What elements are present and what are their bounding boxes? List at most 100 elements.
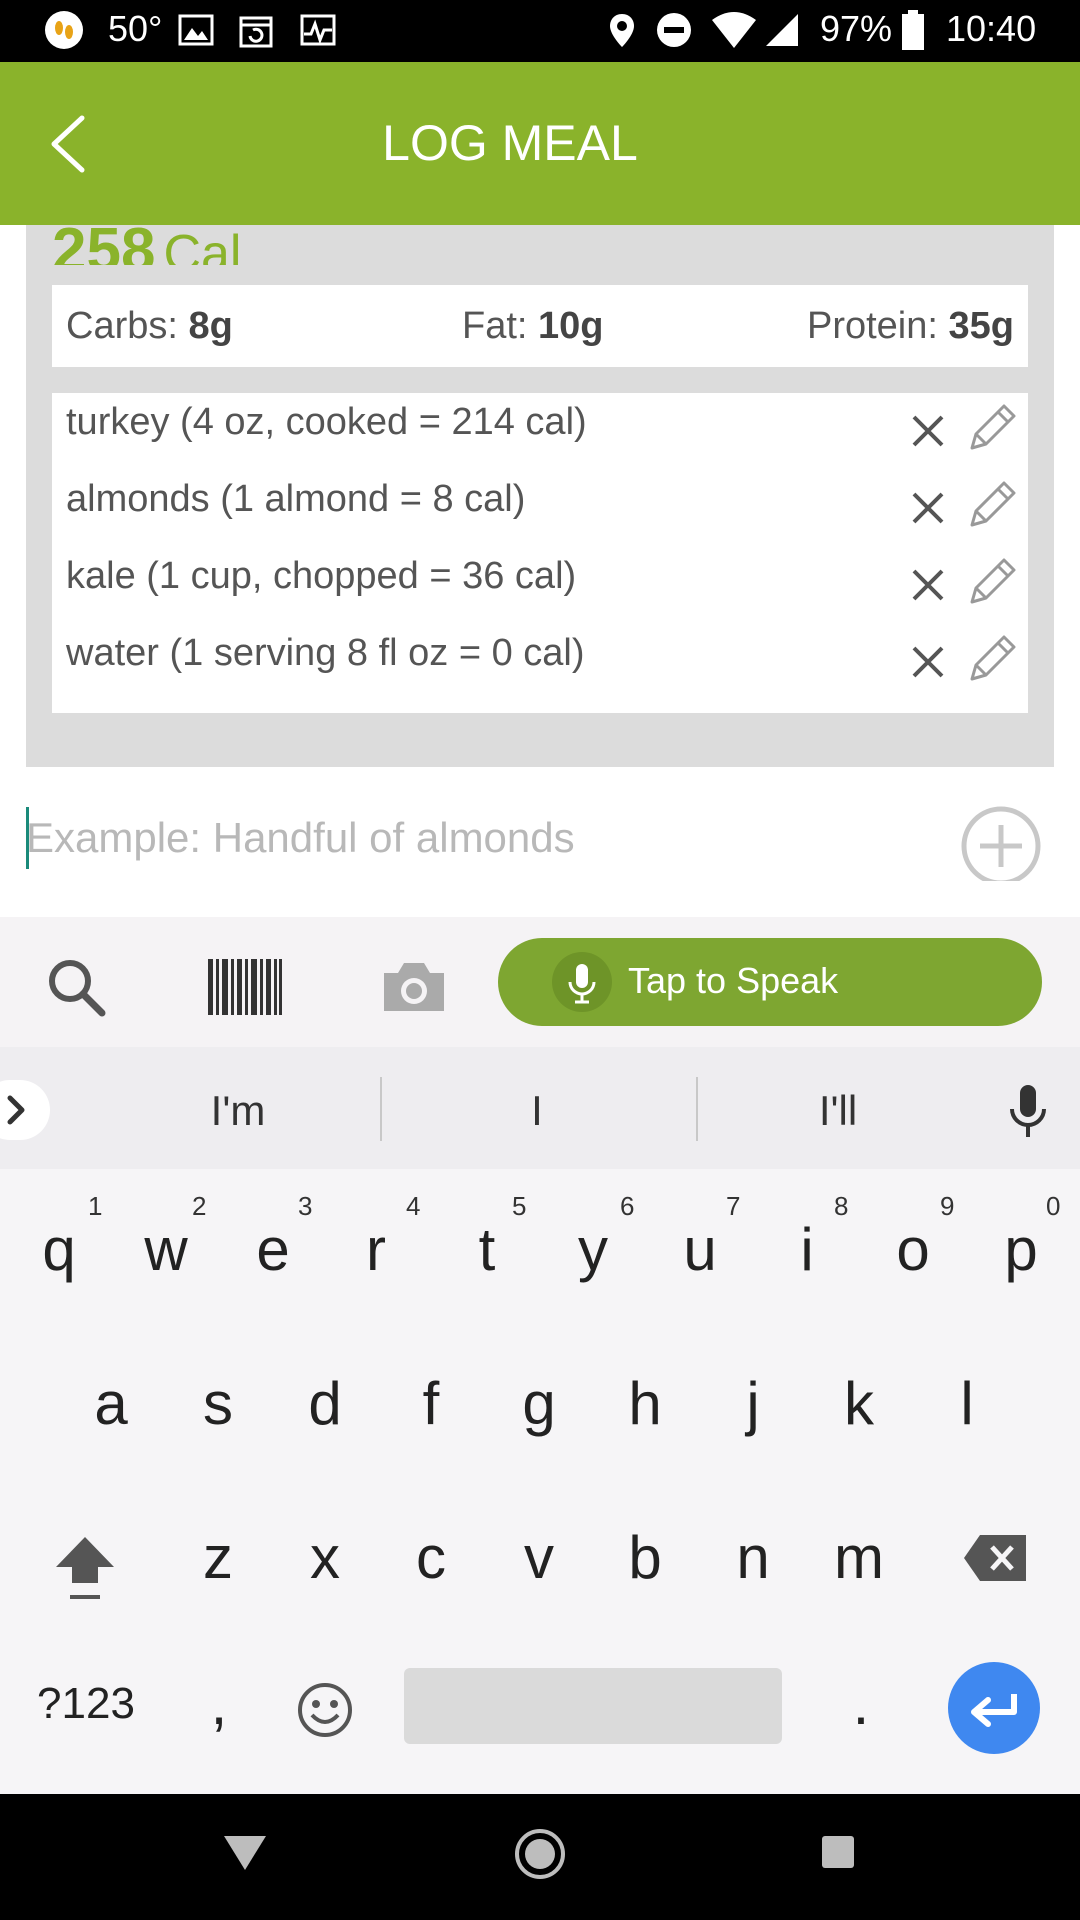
key-hint: 5	[512, 1191, 527, 1221]
key-e[interactable]: e	[228, 1215, 318, 1284]
food-item-list: turkey (4 oz, cooked = 214 cal) almonds …	[52, 393, 1028, 713]
food-item: water (1 serving 8 fl oz = 0 cal)	[52, 624, 1028, 701]
input-tools-row: Tap to Speak	[0, 917, 1080, 1047]
app-bar: LOG MEAL	[0, 62, 1080, 225]
emoji-icon[interactable]	[296, 1681, 354, 1739]
key-hint: 2	[192, 1191, 207, 1221]
battery-percent-text: 97%	[820, 8, 893, 49]
backspace-icon[interactable]	[962, 1533, 1028, 1583]
enter-icon	[971, 1694, 1017, 1727]
key-f[interactable]: f	[386, 1369, 476, 1438]
key-p[interactable]: p	[976, 1215, 1066, 1284]
protein-label: Protein:	[806, 305, 938, 347]
page-title: LOG MEAL	[382, 115, 638, 171]
key-q[interactable]: q	[14, 1215, 104, 1284]
barcode-icon[interactable]	[208, 959, 282, 1015]
key-r[interactable]: r	[331, 1215, 421, 1284]
key-c[interactable]: c	[386, 1523, 476, 1592]
fat-label: Fat:	[462, 305, 528, 347]
pencil-icon[interactable]	[962, 398, 1022, 458]
key-o[interactable]: o	[868, 1215, 958, 1284]
keyboard: q w e r t y u i o p 1 2 3 4 5 6 7 8 9 0 …	[0, 1169, 1080, 1794]
key-b[interactable]: b	[600, 1523, 690, 1592]
nav-home-icon[interactable]	[514, 1828, 566, 1880]
protein-macro: Protein: 35g	[807, 305, 1014, 348]
carbs-macro: Carbs: 8g	[66, 305, 233, 348]
close-icon[interactable]	[908, 488, 948, 528]
key-t[interactable]: t	[442, 1215, 532, 1284]
camera-icon[interactable]	[380, 959, 448, 1015]
key-n[interactable]: n	[708, 1523, 798, 1592]
enter-key[interactable]	[948, 1662, 1040, 1754]
microphone-icon	[552, 952, 612, 1012]
suggestion-3[interactable]: I'll	[688, 1087, 988, 1135]
key-u[interactable]: u	[655, 1215, 745, 1284]
clock-text: 10:40	[946, 8, 1037, 49]
add-circle-icon[interactable]	[958, 803, 1044, 881]
key-j[interactable]: j	[708, 1369, 798, 1438]
fitness-app-icon	[45, 11, 83, 49]
key-m[interactable]: m	[814, 1523, 904, 1592]
image-icon	[178, 14, 214, 46]
food-item-label: kale (1 cup, chopped = 36 cal)	[66, 555, 577, 597]
key-hint: 6	[620, 1191, 635, 1221]
carbs-label: Carbs:	[66, 305, 178, 347]
key-d[interactable]: d	[280, 1369, 370, 1438]
food-item-label: almonds (1 almond = 8 cal)	[66, 478, 526, 520]
pencil-icon[interactable]	[962, 475, 1022, 535]
spacebar-key[interactable]	[404, 1668, 782, 1744]
macros-panel: Carbs: 8g Fat: 10g Protein: 35g	[52, 285, 1028, 367]
expand-toolbar-button[interactable]	[0, 1080, 50, 1140]
key-w[interactable]: w	[121, 1215, 211, 1284]
nav-back-icon[interactable]	[220, 1830, 270, 1874]
key-v[interactable]: v	[494, 1523, 584, 1592]
keyboard-suggestion-strip: I'm I I'll	[0, 1047, 1080, 1169]
key-z[interactable]: z	[173, 1523, 263, 1592]
food-item-label: water (1 serving 8 fl oz = 0 cal)	[66, 632, 585, 674]
key-k[interactable]: k	[814, 1369, 904, 1438]
close-icon[interactable]	[908, 411, 948, 451]
key-y[interactable]: y	[548, 1215, 638, 1284]
key-hint: 7	[726, 1191, 741, 1221]
temperature-text: 50°	[108, 8, 163, 49]
food-item: turkey (4 oz, cooked = 214 cal)	[52, 393, 1028, 470]
key-l[interactable]: l	[922, 1369, 1012, 1438]
fat-value: 10g	[538, 305, 604, 347]
pencil-icon[interactable]	[962, 552, 1022, 612]
text-cursor	[26, 807, 29, 869]
activity-icon	[300, 14, 336, 46]
pencil-icon[interactable]	[962, 629, 1022, 689]
chevron-right-icon	[7, 1095, 25, 1125]
food-search-input[interactable]	[26, 809, 906, 867]
voice-input-icon[interactable]	[1006, 1083, 1050, 1139]
suggestion-1[interactable]: I'm	[88, 1087, 388, 1135]
tap-to-speak-button[interactable]: Tap to Speak	[498, 938, 1042, 1026]
meal-summary-card: 258 Cal Carbs: 8g Fat: 10g Protein: 35g t…	[26, 216, 1054, 767]
dnd-icon	[657, 13, 691, 47]
close-icon[interactable]	[908, 642, 948, 682]
key-x[interactable]: x	[280, 1523, 370, 1592]
shift-icon[interactable]	[52, 1533, 118, 1605]
key-i[interactable]: i	[762, 1215, 852, 1284]
key-s[interactable]: s	[173, 1369, 263, 1438]
food-item: kale (1 cup, chopped = 36 cal)	[52, 547, 1028, 624]
key-h[interactable]: h	[600, 1369, 690, 1438]
nav-recents-icon[interactable]	[820, 1834, 856, 1870]
calorie-total: 258 Cal	[52, 215, 241, 265]
key-hint: 3	[298, 1191, 313, 1221]
system-nav-bar	[0, 1794, 1080, 1920]
calorie-value: 258	[52, 216, 156, 265]
search-icon[interactable]	[44, 955, 108, 1019]
symbols-key[interactable]: ?123	[26, 1679, 146, 1729]
period-key[interactable]: .	[816, 1669, 906, 1738]
key-g[interactable]: g	[494, 1369, 584, 1438]
key-hint: 1	[88, 1191, 103, 1221]
key-hint: 0	[1046, 1191, 1061, 1221]
comma-key[interactable]: ,	[174, 1669, 264, 1738]
close-icon[interactable]	[908, 565, 948, 605]
key-a[interactable]: a	[66, 1369, 156, 1438]
suggestion-2[interactable]: I	[387, 1087, 687, 1135]
carbs-value: 8g	[188, 305, 233, 347]
suggestion-divider	[380, 1077, 382, 1141]
tap-to-speak-label: Tap to Speak	[628, 960, 839, 1001]
